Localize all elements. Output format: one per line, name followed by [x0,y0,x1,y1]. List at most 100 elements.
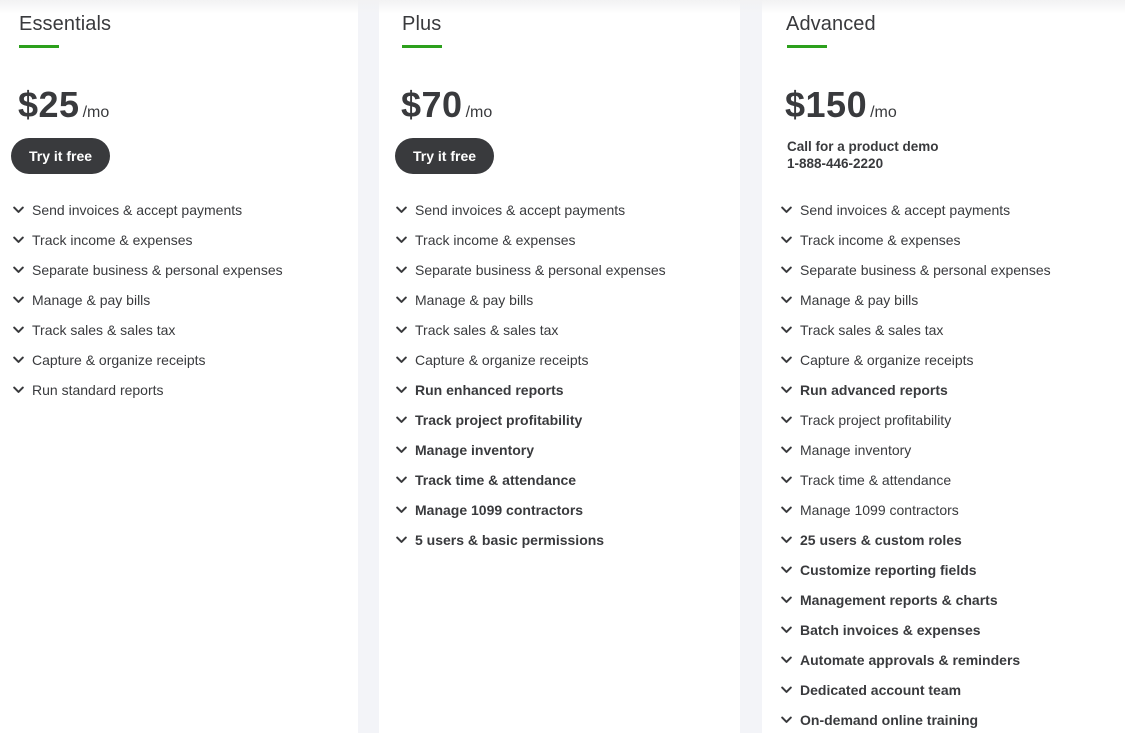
product-demo-info: Call for a product demo 1-888-446-2220 [787,138,939,172]
price-row: $70 /mo [401,84,492,126]
plan-name: Essentials [19,13,112,35]
feature-item[interactable]: Batch invoices & expenses [780,615,1051,645]
feature-item[interactable]: Send invoices & accept payments [395,195,666,225]
chevron-down-icon [395,414,407,426]
feature-label: Track income & expenses [800,232,961,248]
feature-item[interactable]: 25 users & custom roles [780,525,1051,555]
feature-item[interactable]: 5 users & basic permissions [395,525,666,555]
feature-item[interactable]: Run standard reports [12,375,283,405]
feature-item[interactable]: Manage & pay bills [12,285,283,315]
feature-label: Manage & pay bills [32,292,151,308]
chevron-down-icon [395,264,407,276]
chevron-down-icon [12,294,24,306]
plan-card-essentials: Essentials $25 /mo Try it free Send invo… [0,0,358,733]
feature-label: Separate business & personal expenses [800,262,1051,278]
chevron-down-icon [395,324,407,336]
feature-label: Manage & pay bills [415,292,534,308]
chevron-down-icon [780,654,792,666]
chevron-down-icon [780,564,792,576]
feature-item[interactable]: Manage inventory [395,435,666,465]
feature-item[interactable]: Send invoices & accept payments [780,195,1051,225]
feature-label: Manage & pay bills [800,292,919,308]
chevron-down-icon [780,204,792,216]
feature-label: Track sales & sales tax [32,322,176,338]
feature-label: Track sales & sales tax [415,322,559,338]
feature-item[interactable]: Manage 1099 contractors [780,495,1051,525]
feature-label: Manage 1099 contractors [800,502,959,518]
chevron-down-icon [395,294,407,306]
chevron-down-icon [395,354,407,366]
feature-item[interactable]: Send invoices & accept payments [12,195,283,225]
feature-item[interactable]: Separate business & personal expenses [12,255,283,285]
price: $25 [18,84,80,125]
plan-card-plus: Plus $70 /mo Try it free Send invoices &… [379,0,740,733]
chevron-down-icon [780,354,792,366]
price-period: /mo [465,104,493,121]
feature-item[interactable]: Separate business & personal expenses [395,255,666,285]
try-it-free-button[interactable]: Try it free [11,138,110,174]
feature-item[interactable]: Track sales & sales tax [780,315,1051,345]
feature-label: Send invoices & accept payments [32,202,243,218]
chevron-down-icon [395,534,407,546]
feature-item[interactable]: Track sales & sales tax [395,315,666,345]
feature-item[interactable]: Manage 1099 contractors [395,495,666,525]
feature-item[interactable]: Track project profitability [395,405,666,435]
feature-label: Track time & attendance [800,472,952,488]
feature-item[interactable]: Run advanced reports [780,375,1051,405]
chevron-down-icon [395,504,407,516]
feature-item[interactable]: Manage & pay bills [780,285,1051,315]
feature-item[interactable]: Track project profitability [780,405,1051,435]
chevron-down-icon [780,624,792,636]
chevron-down-icon [780,234,792,246]
chevron-down-icon [780,384,792,396]
feature-item[interactable]: Run enhanced reports [395,375,666,405]
feature-item[interactable]: Customize reporting fields [780,555,1051,585]
feature-item[interactable]: Manage inventory [780,435,1051,465]
feature-item[interactable]: On-demand online training [780,705,1051,733]
feature-item[interactable]: Separate business & personal expenses [780,255,1051,285]
feature-label: Capture & organize receipts [800,352,974,368]
chevron-down-icon [12,324,24,336]
chevron-down-icon [780,444,792,456]
try-it-free-button[interactable]: Try it free [395,138,494,174]
feature-item[interactable]: Management reports & charts [780,585,1051,615]
chevron-down-icon [395,234,407,246]
feature-item[interactable]: Track time & attendance [395,465,666,495]
feature-label: Track income & expenses [415,232,576,248]
feature-label: Send invoices & accept payments [415,202,626,218]
chevron-down-icon [780,474,792,486]
feature-label: On-demand online training [800,712,979,728]
chevron-down-icon [12,384,24,396]
feature-item[interactable]: Track time & attendance [780,465,1051,495]
chevron-down-icon [12,204,24,216]
feature-label: 25 users & custom roles [800,532,962,548]
feature-item[interactable]: Manage & pay bills [395,285,666,315]
feature-label: Track time & attendance [415,472,577,488]
feature-label: 5 users & basic permissions [415,532,605,548]
feature-item[interactable]: Capture & organize receipts [780,345,1051,375]
feature-label: Track income & expenses [32,232,193,248]
feature-item[interactable]: Automate approvals & reminders [780,645,1051,675]
chevron-down-icon [780,414,792,426]
feature-list: Send invoices & accept payments Track inc… [780,195,1051,733]
feature-item[interactable]: Dedicated account team [780,675,1051,705]
plan-name-underline [19,45,59,48]
chevron-down-icon [780,714,792,726]
demo-phone-link[interactable]: 1-888-446-2220 [787,155,939,172]
plan-name: Advanced [786,13,876,35]
chevron-down-icon [395,444,407,456]
price: $150 [785,84,868,125]
feature-item[interactable]: Track income & expenses [780,225,1051,255]
feature-item[interactable]: Track income & expenses [12,225,283,255]
feature-label: Run enhanced reports [415,382,564,398]
feature-item[interactable]: Capture & organize receipts [395,345,666,375]
feature-label: Send invoices & accept payments [800,202,1011,218]
feature-item[interactable]: Track sales & sales tax [12,315,283,345]
chevron-down-icon [780,324,792,336]
plan-name-underline [402,45,442,48]
feature-item[interactable]: Track income & expenses [395,225,666,255]
feature-item[interactable]: Capture & organize receipts [12,345,283,375]
chevron-down-icon [395,384,407,396]
chevron-down-icon [780,534,792,546]
plan-name-underline [787,45,827,48]
